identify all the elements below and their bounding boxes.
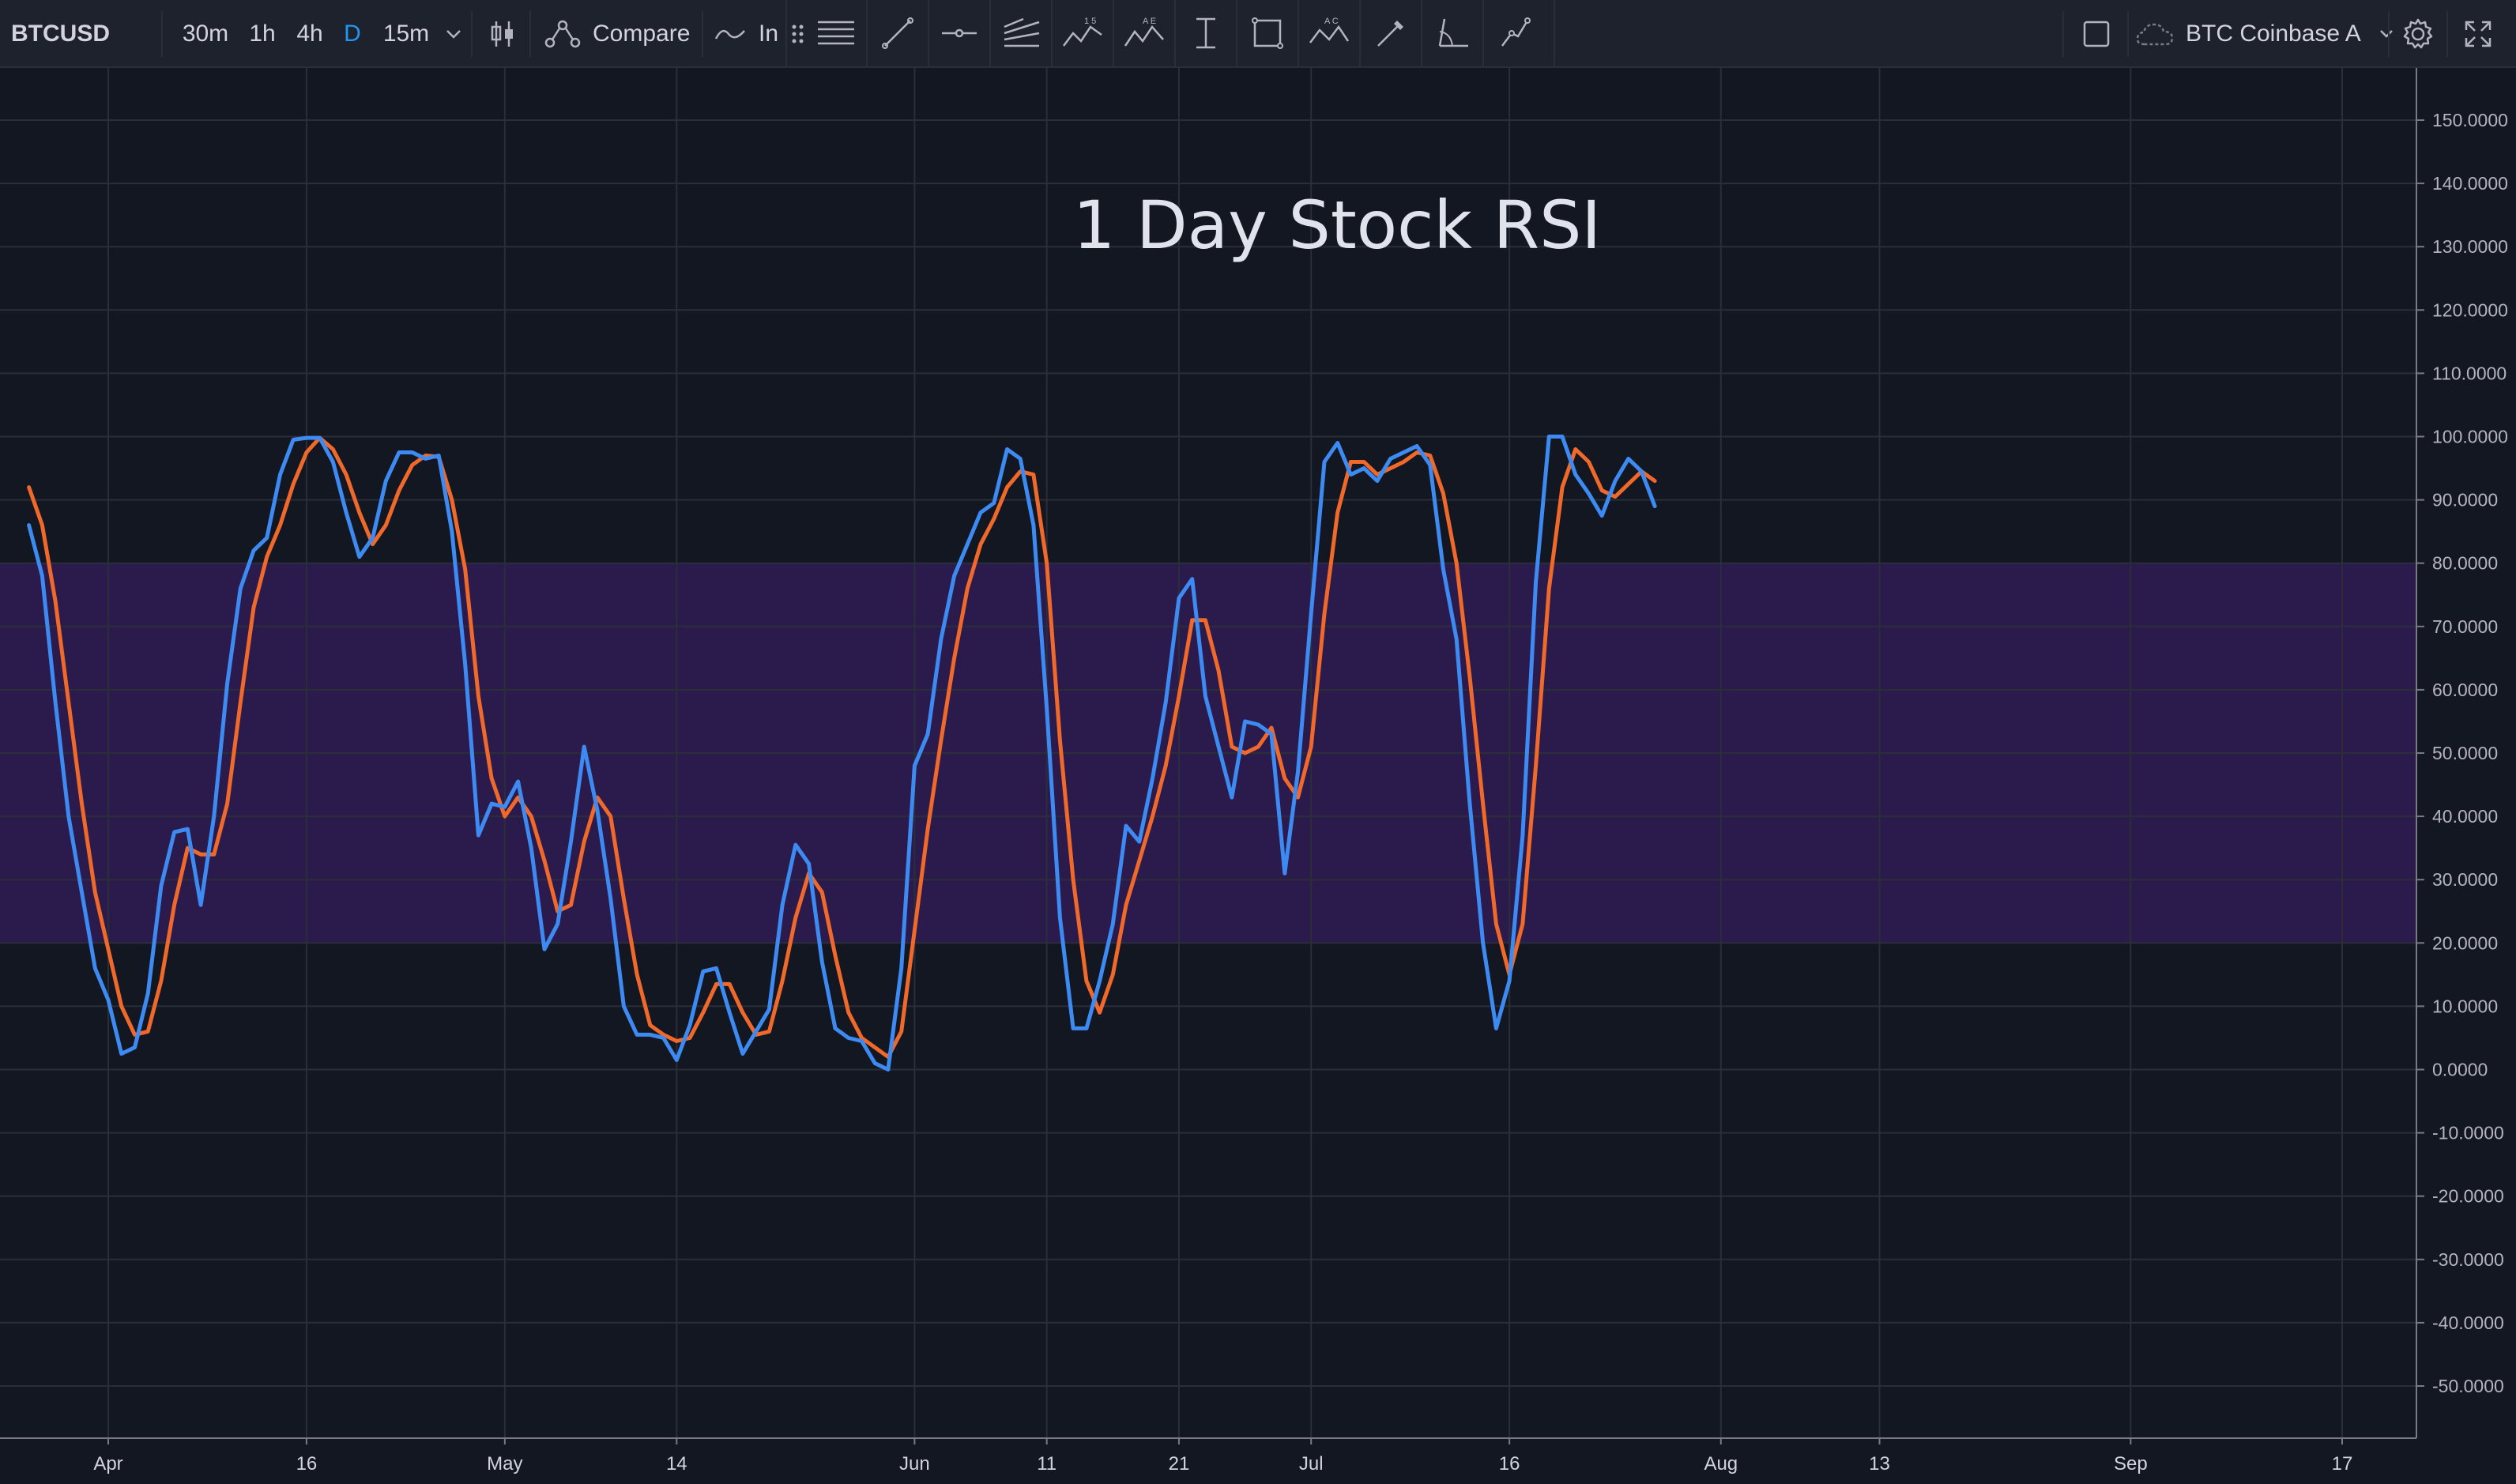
y-tick-label: 10.0000 [2432, 996, 2498, 1016]
compare-button[interactable]: Compare [544, 0, 702, 68]
x-tick-label: Apr [93, 1453, 122, 1475]
toolbar-divider [529, 11, 531, 57]
stoch-rsi-chart[interactable]: 1 Day Stock RSI 150.0000140.0000130.0000… [0, 68, 2516, 1484]
indicators-label: In [759, 21, 779, 47]
y-tick-label: 120.0000 [2432, 299, 2508, 320]
horizontal-ray-icon[interactable] [929, 0, 991, 66]
y-tick-label: 140.0000 [2432, 173, 2508, 194]
y-tick-label: 60.0000 [2432, 680, 2498, 700]
svg-text:A C: A C [1324, 17, 1339, 26]
x-tick-label: Sep [2114, 1453, 2148, 1475]
svg-text:1 5: 1 5 [1084, 17, 1096, 26]
compare-label: Compare [593, 21, 691, 47]
fullscreen-icon[interactable] [2453, 0, 2503, 68]
svg-text:A E: A E [1143, 17, 1156, 26]
y-tick-label: -20.0000 [2432, 1186, 2504, 1207]
y-tick-label: 100.0000 [2432, 427, 2508, 447]
chevron-down-icon [2379, 28, 2394, 40]
pattern-ac-icon[interactable]: A C [1299, 0, 1361, 66]
toolbar-divider [2062, 11, 2064, 57]
datasource-selector[interactable]: BTC Coinbase A [2135, 0, 2393, 68]
toolbar-divider [471, 11, 473, 57]
x-tick-label: 17 [2332, 1453, 2353, 1475]
y-tick-label: -40.0000 [2432, 1313, 2504, 1333]
interval-15m[interactable]: 15m [375, 0, 438, 68]
interval-4h[interactable]: 4h [289, 0, 330, 68]
trend-line-icon[interactable] [868, 0, 929, 66]
x-tick-label: 16 [296, 1453, 318, 1475]
x-tick-label: 21 [1169, 1453, 1190, 1475]
interval-1h[interactable]: 1h [242, 0, 283, 68]
x-tick-label: 11 [1037, 1453, 1056, 1475]
gear-icon[interactable] [2393, 0, 2443, 68]
square-icon[interactable] [2070, 0, 2122, 68]
y-tick-label: 20.0000 [2432, 932, 2498, 953]
toolbar-divider [2446, 11, 2448, 57]
compare-icon [544, 19, 582, 49]
y-tick-label: 80.0000 [2432, 553, 2498, 574]
x-tick-label: May [487, 1453, 522, 1475]
drawing-toolbar: 1 5 A E A C [785, 0, 1555, 68]
datasource-label: BTC Coinbase A [2186, 21, 2361, 47]
x-tick-label: 14 [666, 1453, 687, 1475]
x-tick-label: Jun [899, 1453, 930, 1475]
toolbar-divider [161, 11, 163, 57]
indicator-wave-icon [714, 24, 746, 43]
y-tick-label: -30.0000 [2432, 1249, 2504, 1270]
y-tick-label: 50.0000 [2432, 743, 2498, 763]
x-tick-label: 16 [1499, 1453, 1520, 1475]
angle-icon[interactable] [1422, 0, 1484, 66]
x-tick-label: Aug [1704, 1453, 1738, 1475]
y-tick-label: 110.0000 [2432, 363, 2507, 383]
rectangle-icon[interactable] [1237, 0, 1299, 66]
x-tick-label: 13 [1869, 1453, 1890, 1475]
y-tick-label: -50.0000 [2432, 1376, 2504, 1396]
drag-handle-icon[interactable] [790, 21, 806, 47]
toolbar-divider [2388, 11, 2390, 57]
y-tick-label: 130.0000 [2432, 236, 2508, 257]
x-tick-label: Jul [1299, 1453, 1324, 1475]
pattern-15-icon[interactable]: 1 5 [1053, 0, 1114, 66]
pitchfork-icon[interactable] [991, 0, 1053, 66]
y-tick-label: 0.0000 [2432, 1060, 2488, 1080]
chevron-down-icon[interactable] [439, 0, 468, 68]
chart-title: 1 Day Stock RSI [1073, 186, 1601, 264]
pattern-ae-icon[interactable]: A E [1114, 0, 1176, 66]
y-tick-label: 40.0000 [2432, 806, 2498, 827]
interval-d[interactable]: D [337, 0, 368, 68]
y-tick-label: -10.0000 [2432, 1123, 2504, 1143]
text-cursor-icon[interactable] [1176, 0, 1237, 66]
y-tick-label: 70.0000 [2432, 616, 2498, 637]
toolbar-divider [702, 11, 703, 57]
interval-30m[interactable]: 30m [175, 0, 235, 68]
toolbar-divider [2127, 11, 2129, 57]
brush-icon[interactable] [1361, 0, 1422, 66]
candlestick-icon[interactable] [482, 0, 523, 68]
cloud-icon [2135, 21, 2175, 47]
y-tick-label: 30.0000 [2432, 869, 2498, 890]
indicators-button[interactable]: In [714, 0, 793, 68]
horizontal-lines-icon[interactable] [806, 0, 868, 66]
y-tick-label: 90.0000 [2432, 490, 2498, 510]
symbol-search[interactable]: BTCUSD [11, 0, 130, 68]
y-tick-label: 150.0000 [2432, 110, 2508, 130]
path-icon[interactable] [1484, 0, 1546, 66]
